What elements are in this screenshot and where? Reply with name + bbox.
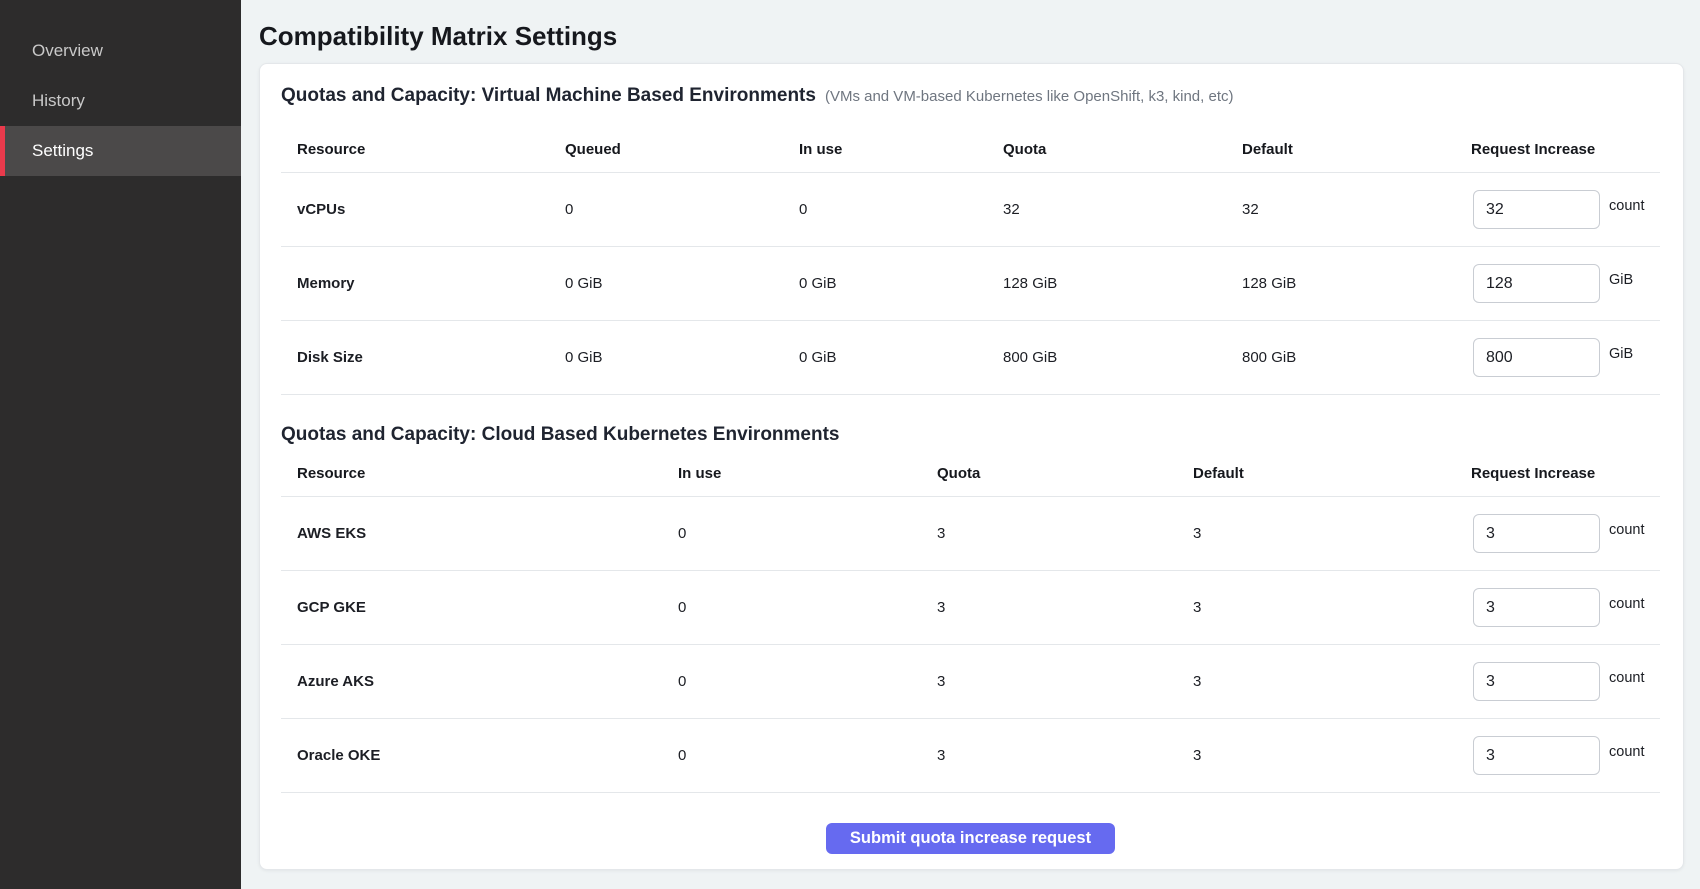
cloud-section-header: Quotas and Capacity: Cloud Based Kuberne… xyxy=(281,423,1660,447)
cloud-section-title: Quotas and Capacity: Cloud Based Kuberne… xyxy=(281,424,840,445)
quota-value: 3 xyxy=(921,599,1177,616)
resource-name: GCP GKE xyxy=(281,599,662,616)
cloud-column-resource: Resource xyxy=(281,465,662,482)
quota-value: 3 xyxy=(921,747,1177,764)
in-use-value: 0 xyxy=(662,525,921,542)
cloud-column-default: Default xyxy=(1177,465,1455,482)
sidebar-item-overview[interactable]: Overview xyxy=(0,26,241,76)
unit-label: count xyxy=(1609,744,1660,760)
vm-column-default: Default xyxy=(1226,141,1455,158)
settings-card: Quotas and Capacity: Virtual Machine Bas… xyxy=(259,63,1684,870)
table-row-gcp-gke: GCP GKE 0 3 3 count xyxy=(281,571,1660,645)
disk-size-request-input[interactable] xyxy=(1473,338,1600,377)
unit-label: count xyxy=(1609,596,1660,612)
cloud-table-header-row: Resource In use Quota Default Request In… xyxy=(281,451,1660,497)
vm-quota-section: Quotas and Capacity: Virtual Machine Bas… xyxy=(281,84,1660,395)
queued-value: 0 GiB xyxy=(549,275,783,292)
default-value: 800 GiB xyxy=(1226,349,1455,366)
in-use-value: 0 xyxy=(662,747,921,764)
vm-section-subtitle: (VMs and VM-based Kubernetes like OpenSh… xyxy=(825,88,1234,105)
sidebar-item-history[interactable]: History xyxy=(0,76,241,126)
default-value: 3 xyxy=(1177,599,1455,616)
vcpus-request-input[interactable] xyxy=(1473,190,1600,229)
default-value: 3 xyxy=(1177,673,1455,690)
table-row-disk-size: Disk Size 0 GiB 0 GiB 800 GiB 800 GiB Gi… xyxy=(281,321,1660,395)
request-increase-cell: GiB xyxy=(1455,264,1660,303)
sidebar-item-settings[interactable]: Settings xyxy=(0,126,241,176)
vm-column-queued: Queued xyxy=(549,141,783,158)
main-content: Compatibility Matrix Settings Quotas and… xyxy=(241,0,1700,889)
quota-value: 128 GiB xyxy=(987,275,1226,292)
request-increase-cell: count xyxy=(1455,588,1660,627)
resource-name: Memory xyxy=(281,275,549,292)
request-increase-cell: count xyxy=(1455,190,1660,229)
unit-label: GiB xyxy=(1609,346,1660,362)
default-value: 32 xyxy=(1226,201,1455,218)
vm-table-header-row: Resource Queued In use Quota Default Req… xyxy=(281,127,1660,173)
cloud-quota-section: Quotas and Capacity: Cloud Based Kuberne… xyxy=(281,423,1660,793)
in-use-value: 0 GiB xyxy=(783,349,987,366)
vm-column-resource: Resource xyxy=(281,141,549,158)
request-increase-cell: GiB xyxy=(1455,338,1660,377)
table-row-aws-eks: AWS EKS 0 3 3 count xyxy=(281,497,1660,571)
default-value: 128 GiB xyxy=(1226,275,1455,292)
cloud-quota-table: Resource In use Quota Default Request In… xyxy=(281,451,1660,793)
sidebar-item-history-label: History xyxy=(32,91,85,111)
in-use-value: 0 xyxy=(783,201,987,218)
sidebar-item-settings-label: Settings xyxy=(32,141,93,161)
sidebar: Overview History Settings xyxy=(0,0,241,889)
quota-value: 3 xyxy=(921,525,1177,542)
oracle-oke-request-input[interactable] xyxy=(1473,736,1600,775)
unit-label: count xyxy=(1609,670,1660,686)
table-row-oracle-oke: Oracle OKE 0 3 3 count xyxy=(281,719,1660,793)
sidebar-item-overview-label: Overview xyxy=(32,41,103,61)
unit-label: count xyxy=(1609,198,1660,214)
resource-name: Oracle OKE xyxy=(281,747,662,764)
page-title: Compatibility Matrix Settings xyxy=(259,22,1685,50)
request-increase-cell: count xyxy=(1455,662,1660,701)
table-row-memory: Memory 0 GiB 0 GiB 128 GiB 128 GiB GiB xyxy=(281,247,1660,321)
vm-column-in-use: In use xyxy=(783,141,987,158)
in-use-value: 0 GiB xyxy=(783,275,987,292)
table-row-vcpus: vCPUs 0 0 32 32 count xyxy=(281,173,1660,247)
submit-row: Submit quota increase request xyxy=(281,823,1660,854)
quota-value: 3 xyxy=(921,673,1177,690)
vm-quota-table: Resource Queued In use Quota Default Req… xyxy=(281,127,1660,395)
resource-name: Azure AKS xyxy=(281,673,662,690)
resource-name: Disk Size xyxy=(281,349,549,366)
vm-column-quota: Quota xyxy=(987,141,1226,158)
default-value: 3 xyxy=(1177,525,1455,542)
sidebar-nav: Overview History Settings xyxy=(0,26,241,176)
submit-quota-increase-button[interactable]: Submit quota increase request xyxy=(826,823,1115,854)
cloud-column-in-use: In use xyxy=(662,465,921,482)
resource-name: vCPUs xyxy=(281,201,549,218)
azure-aks-request-input[interactable] xyxy=(1473,662,1600,701)
in-use-value: 0 xyxy=(662,673,921,690)
vm-column-request-increase: Request Increase xyxy=(1455,141,1660,158)
aws-eks-request-input[interactable] xyxy=(1473,514,1600,553)
resource-name: AWS EKS xyxy=(281,525,662,542)
queued-value: 0 GiB xyxy=(549,349,783,366)
table-row-azure-aks: Azure AKS 0 3 3 count xyxy=(281,645,1660,719)
default-value: 3 xyxy=(1177,747,1455,764)
cloud-column-quota: Quota xyxy=(921,465,1177,482)
unit-label: count xyxy=(1609,522,1660,538)
in-use-value: 0 xyxy=(662,599,921,616)
queued-value: 0 xyxy=(549,201,783,218)
cloud-column-request-increase: Request Increase xyxy=(1455,465,1660,482)
quota-value: 32 xyxy=(987,201,1226,218)
vm-section-title: Quotas and Capacity: Virtual Machine Bas… xyxy=(281,85,816,106)
quota-value: 800 GiB xyxy=(987,349,1226,366)
memory-request-input[interactable] xyxy=(1473,264,1600,303)
gcp-gke-request-input[interactable] xyxy=(1473,588,1600,627)
request-increase-cell: count xyxy=(1455,514,1660,553)
request-increase-cell: count xyxy=(1455,736,1660,775)
vm-section-header: Quotas and Capacity: Virtual Machine Bas… xyxy=(281,84,1660,108)
unit-label: GiB xyxy=(1609,272,1660,288)
